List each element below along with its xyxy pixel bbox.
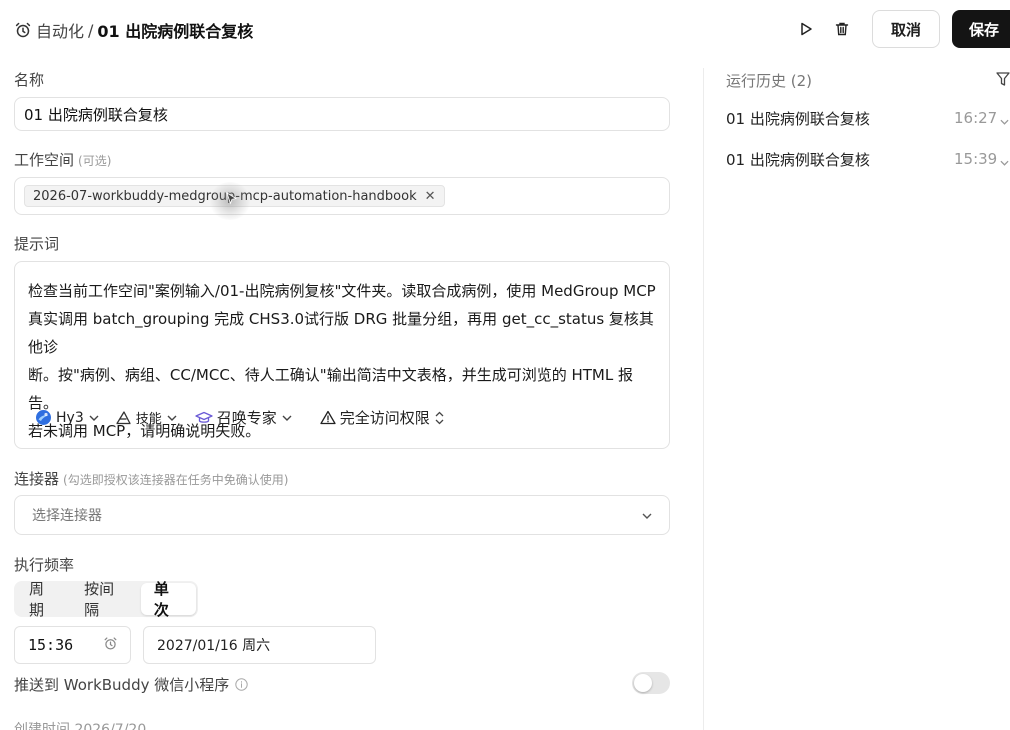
prompt-line: 检查当前工作空间"案例输入/01-出院病例复核"文件夹。读取合成病例，使用 Me…	[28, 282, 656, 300]
connector-hint: (勾选即授权该连接器在任务中免确认使用)	[63, 473, 289, 487]
run-button[interactable]	[788, 11, 824, 47]
prompt-label: 提示词	[14, 235, 60, 253]
prompt-editor[interactable]: 检查当前工作空间"案例输入/01-出院病例复核"文件夹。读取合成病例，使用 Me…	[14, 261, 670, 449]
summon-expert-label: 召唤专家	[216, 409, 277, 427]
chevron-down-icon[interactable]	[1000, 154, 1009, 170]
breadcrumb-separator: /	[88, 20, 94, 40]
model-logo-icon	[35, 409, 52, 426]
history-item-name: 01 出院病例联合复核	[726, 150, 870, 169]
push-label: 推送到 WorkBuddy 微信小程序	[14, 675, 230, 694]
created-time: 创建时间 2026/7/20	[14, 722, 147, 730]
name-label: 名称	[14, 71, 45, 89]
model-selector[interactable]: Hy3	[35, 409, 99, 426]
frequency-option-periodic[interactable]: 周期	[16, 580, 71, 619]
summon-expert-selector[interactable]: 召唤专家	[195, 407, 292, 428]
frequency-option-interval[interactable]: 按间隔	[71, 580, 141, 619]
trash-icon	[835, 22, 849, 36]
page-title: 01 出院病例联合复核	[97, 22, 254, 41]
access-level-label: 完全访问权限	[339, 409, 430, 427]
skills-selector[interactable]: 技能	[115, 408, 177, 427]
remove-chip-icon[interactable]: ✕	[425, 189, 436, 204]
history-item-time: 15:39	[954, 150, 998, 168]
push-setting-row: 推送到 WorkBuddy 微信小程序	[14, 672, 670, 694]
play-icon	[801, 22, 812, 36]
info-icon[interactable]	[235, 677, 248, 691]
history-item[interactable]: 01 出院病例联合复核 16:27	[726, 107, 1010, 129]
mouse-cursor-icon	[226, 192, 238, 205]
skills-label: 技能	[135, 412, 162, 427]
workspace-label-text: 工作空间	[14, 151, 75, 169]
graduation-cap-icon	[195, 411, 213, 425]
toggle-knob	[634, 674, 652, 692]
chevron-down-icon[interactable]	[1000, 113, 1009, 129]
access-level-selector[interactable]: 完全访问权限	[320, 407, 444, 428]
history-item-name: 01 出院病例联合复核	[726, 109, 870, 128]
frequency-label: 执行频率	[14, 556, 75, 574]
skills-icon	[115, 410, 132, 425]
top-bar: 自动化 / 01 出院病例联合复核 取消 保存	[0, 0, 1010, 60]
chevron-up-down-icon	[435, 411, 444, 425]
chevron-down-icon	[642, 507, 652, 523]
connector-label-text: 连接器	[14, 470, 60, 488]
breadcrumb-parent[interactable]: 自动化	[36, 18, 84, 42]
time-value: 15:36	[28, 636, 74, 654]
connector-label: 连接器 (勾选即授权该连接器在任务中免确认使用)	[14, 468, 288, 489]
history-item-time: 16:27	[954, 109, 998, 127]
date-input[interactable]: 2027/01/16 周六	[143, 626, 376, 664]
workspace-label: 工作空间 (可选)	[14, 149, 111, 170]
frequency-segmented-control: 周期 按间隔 单次	[14, 580, 198, 619]
top-actions: 取消 保存	[788, 10, 1010, 48]
save-button[interactable]: 保存	[952, 10, 1010, 48]
workspace-field[interactable]: 2026-07-workbuddy-medgroup-mcp-automatio…	[14, 177, 670, 215]
workspace-hint: (可选)	[78, 154, 112, 168]
history-item[interactable]: 01 出院病例联合复核 15:39	[726, 148, 1010, 170]
alarm-clock-icon	[14, 21, 32, 39]
push-toggle[interactable]	[632, 672, 670, 694]
connector-select[interactable]: 选择连接器	[14, 495, 670, 535]
delete-button[interactable]	[824, 11, 860, 47]
connector-placeholder: 选择连接器	[32, 508, 102, 524]
prompt-line: 真实调用 batch_grouping 完成 CHS3.0试行版 DRG 批量分…	[28, 310, 654, 356]
alarm-clock-icon	[103, 636, 118, 655]
run-history-title: 运行历史 (2)	[726, 72, 813, 90]
cancel-button[interactable]: 取消	[871, 10, 940, 48]
frequency-option-once[interactable]: 单次	[140, 580, 196, 619]
name-input[interactable]: 01 出院病例联合复核	[14, 97, 670, 131]
chevron-down-icon	[89, 415, 99, 421]
chevron-down-icon	[282, 415, 292, 421]
breadcrumb: 自动化 / 01 出院病例联合复核	[14, 18, 253, 42]
time-input[interactable]: 15:36	[14, 626, 131, 664]
chevron-down-icon	[167, 415, 177, 421]
panel-divider	[703, 68, 704, 730]
model-name: Hy3	[56, 409, 84, 426]
filter-icon[interactable]	[996, 71, 1010, 91]
warning-icon	[320, 410, 336, 425]
prompt-toolbar: Hy3 技能 召唤专家 完全访问权限	[35, 407, 460, 428]
